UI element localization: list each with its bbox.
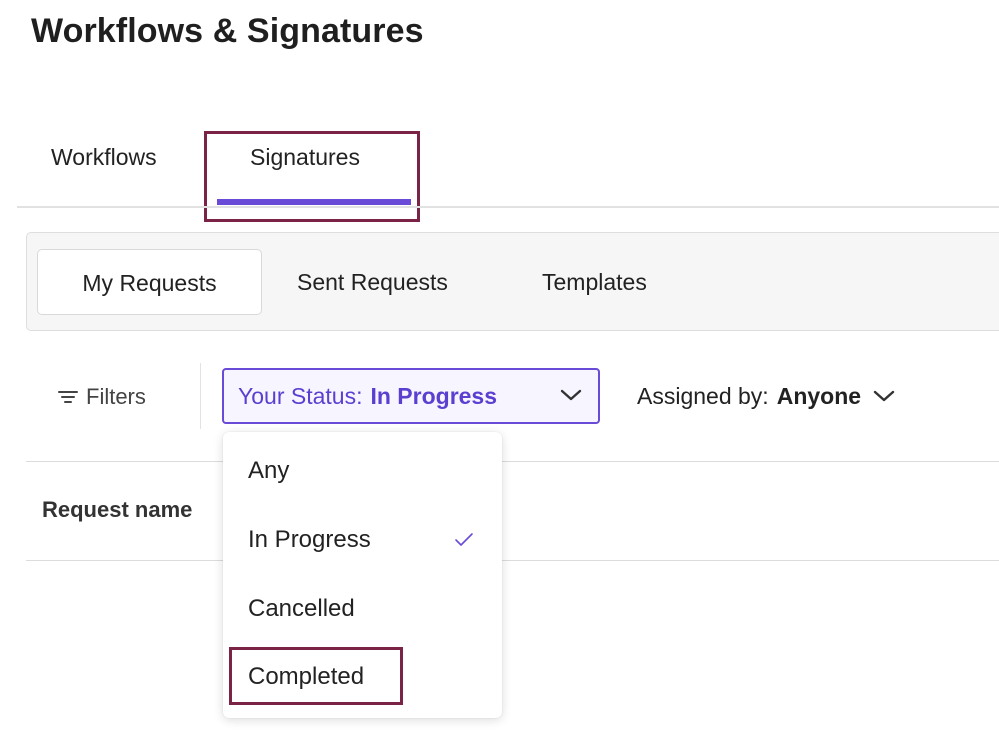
check-icon: [455, 533, 473, 546]
chevron-down-icon: [873, 390, 895, 402]
active-tab-indicator: [217, 199, 411, 205]
status-option-cancelled[interactable]: Cancelled: [248, 595, 355, 623]
filters-button[interactable]: Filters: [58, 380, 146, 414]
status-filter-label: Your Status:: [238, 383, 363, 409]
chevron-down-icon: [560, 389, 582, 401]
status-option-in-progress[interactable]: In Progress: [248, 526, 371, 554]
assigned-by-label: Assigned by:: [637, 383, 769, 409]
column-header-request-name[interactable]: Request name: [42, 497, 192, 523]
tabs-divider: [17, 206, 999, 208]
subtab-my-requests[interactable]: My Requests: [37, 249, 262, 315]
table-header-border: [26, 560, 999, 561]
filter-divider: [200, 363, 201, 429]
page-title: Workflows & Signatures: [31, 12, 424, 50]
subtab-templates[interactable]: Templates: [542, 249, 647, 315]
status-filter-select[interactable]: Your Status: In Progress: [222, 368, 600, 424]
tab-workflows[interactable]: Workflows: [51, 144, 157, 171]
status-dropdown-menu: Any In Progress Cancelled Completed: [223, 432, 502, 718]
assigned-by-filter-select[interactable]: Assigned by: Anyone: [637, 368, 895, 424]
status-filter-value: In Progress: [370, 383, 498, 409]
tab-signatures[interactable]: Signatures: [250, 144, 360, 171]
subtab-sent-requests[interactable]: Sent Requests: [297, 249, 448, 315]
filter-lines-icon: [58, 390, 78, 403]
table-top-border: [26, 461, 999, 462]
filters-label: Filters: [86, 384, 146, 409]
assigned-by-value: Anyone: [776, 383, 862, 409]
status-option-completed[interactable]: Completed: [248, 663, 364, 691]
workflows-signatures-page: Workflows & Signatures Workflows Signatu…: [0, 0, 999, 745]
status-option-any[interactable]: Any: [248, 457, 289, 485]
